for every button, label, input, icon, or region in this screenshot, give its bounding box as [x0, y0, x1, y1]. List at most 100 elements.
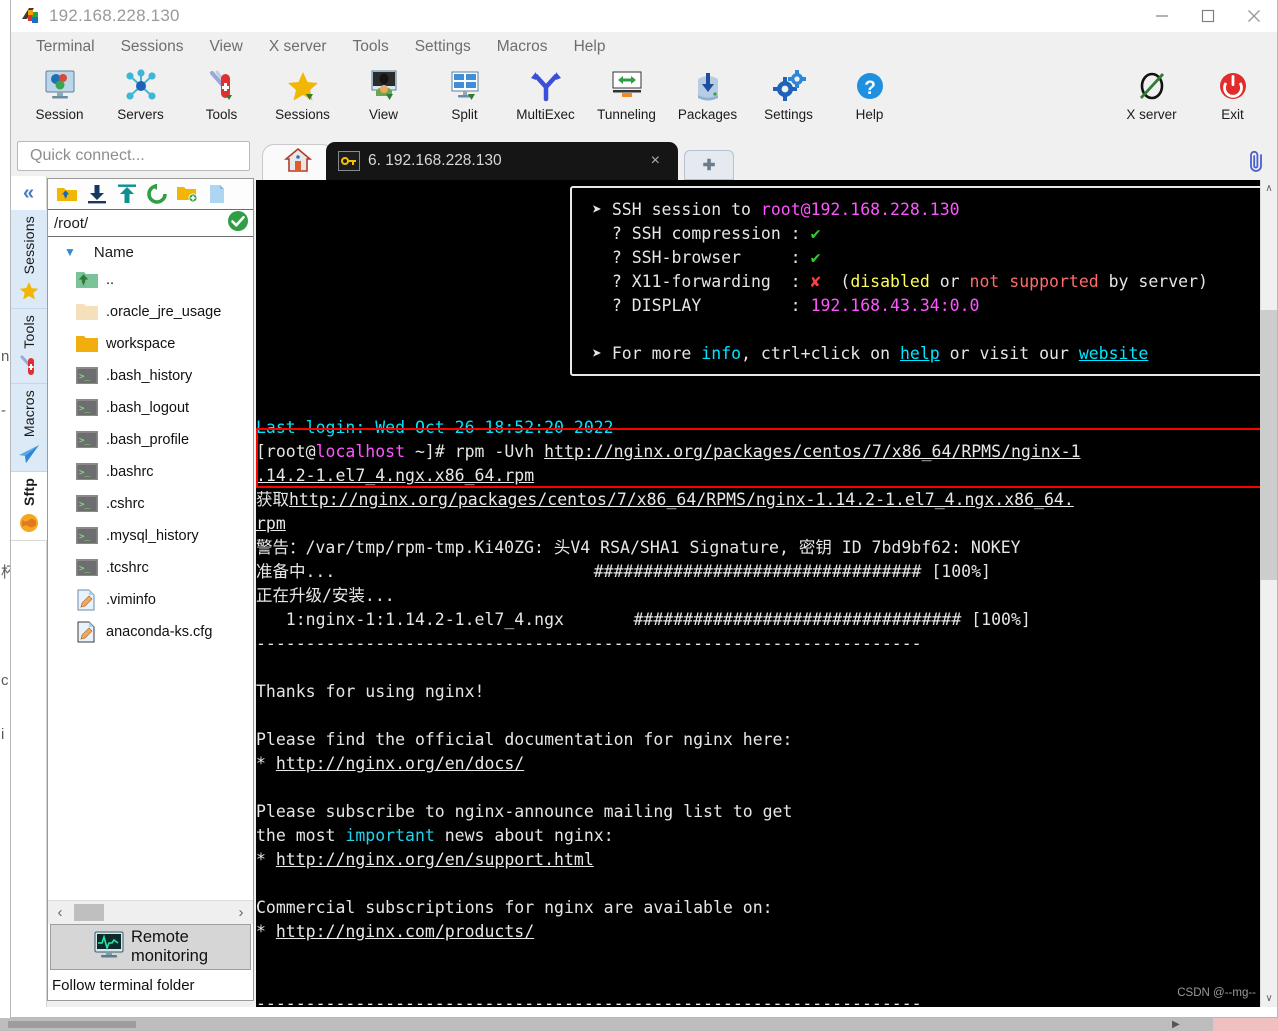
menu-help[interactable]: Help [561, 36, 619, 58]
list-item[interactable]: >_ .cshrc [48, 488, 253, 520]
taskbar-item[interactable] [8, 1021, 136, 1028]
paperclip-icon[interactable] [1243, 147, 1271, 175]
list-item[interactable]: >_ .bashrc [48, 456, 253, 488]
parent-folder-icon[interactable] [54, 182, 80, 206]
new-tab-button[interactable]: ✚ [684, 150, 734, 180]
list-item[interactable]: .oracle_jre_usage [48, 296, 253, 328]
list-item[interactable]: >_ .bash_profile [48, 424, 253, 456]
vtab-macros[interactable]: Macros [10, 384, 47, 473]
new-folder-icon[interactable] [174, 182, 200, 206]
toolbar-tools-button[interactable]: Tools [181, 62, 262, 132]
close-icon[interactable] [1231, 0, 1277, 32]
toolbar-exit-button[interactable]: Exit [1192, 62, 1273, 132]
list-item[interactable]: workspace [48, 328, 253, 360]
svg-text:>_: >_ [79, 564, 90, 574]
package-progress-line: 1:nginx-1:1.14.2-1.el7_4.ngx ###########… [256, 610, 1031, 629]
svg-text:>_: >_ [79, 468, 90, 478]
toolbar-packages-button[interactable]: Packages [667, 62, 748, 132]
sftp-horizontal-scrollbar[interactable]: ‹ › [48, 900, 253, 924]
menu-x-server[interactable]: X server [256, 36, 340, 58]
script-icon: >_ [74, 397, 100, 419]
toolbar-tunneling-button[interactable]: Tunneling [586, 62, 667, 132]
refresh-icon[interactable] [144, 182, 170, 206]
quick-connect-input[interactable]: Quick connect... [17, 141, 250, 171]
banner-ssh-browser-label: ? SSH-browser : [611, 248, 801, 267]
list-item-label: anaconda-ks.cfg [106, 624, 213, 640]
vtab-macros-label: Macros [20, 390, 37, 438]
toolbar-x-server-button[interactable]: X server [1111, 62, 1192, 132]
list-item[interactable]: >_ .tcshrc [48, 552, 253, 584]
text-file-icon [74, 589, 100, 611]
command-url-part2[interactable]: .14.2-1.el7_4.ngx.x86_64.rpm [256, 466, 534, 485]
toolbar-split-button[interactable]: Split [424, 62, 505, 132]
divider-line-1: ----------------------------------------… [256, 634, 922, 653]
list-item[interactable]: >_ .mysql_history [48, 520, 253, 552]
scroll-left-icon[interactable]: ‹ [52, 904, 68, 921]
menu-terminal[interactable]: Terminal [23, 36, 108, 58]
remote-monitoring-button[interactable]: Remote monitoring [50, 924, 251, 970]
upload-icon[interactable] [114, 182, 140, 206]
minimize-icon[interactable] [1139, 0, 1185, 32]
scroll-up-icon[interactable]: ∧ [1261, 180, 1277, 197]
vertical-tab-strip: « Sessions Tools Macros Sftp [10, 176, 47, 1007]
banner-help-link[interactable]: help [900, 344, 940, 363]
terminal-output[interactable]: ➤ SSH session to root@192.168.228.130 ? … [256, 180, 1260, 1007]
toolbar-sessions-button[interactable]: Sessions [262, 62, 343, 132]
list-item[interactable]: .. [48, 264, 253, 296]
scroll-right-icon[interactable]: › [233, 904, 249, 921]
scrollbar-track[interactable] [104, 904, 233, 921]
taskbar-arrow-icon[interactable]: ▶ [1172, 1019, 1180, 1030]
toolbar-help-button[interactable]: ? Help [829, 62, 910, 132]
main-toolbar: Session Servers Tools Sessions View Spli… [11, 62, 1277, 136]
banner-x11-tail: by server) [1098, 272, 1208, 291]
fetch-url-part1[interactable]: http://nginx.org/packages/centos/7/x86_6… [289, 490, 1074, 509]
toolbar-tunneling-label: Tunneling [597, 107, 656, 122]
menu-tools[interactable]: Tools [340, 36, 402, 58]
menu-view[interactable]: View [196, 36, 255, 58]
products-url-link[interactable]: http://nginx.com/products/ [276, 922, 534, 941]
scroll-down-icon[interactable]: ∨ [1261, 990, 1277, 1007]
list-item[interactable]: >_ .bash_history [48, 360, 253, 392]
tab-close-icon[interactable]: × [643, 152, 668, 170]
vtab-sftp[interactable]: Sftp [10, 472, 47, 542]
toolbar-settings-button[interactable]: Settings [748, 62, 829, 132]
banner-website-link[interactable]: website [1079, 344, 1149, 363]
terminal-scrollbar[interactable]: ∧ ∨ [1260, 180, 1277, 1007]
toolbar-servers-button[interactable]: Servers [100, 62, 181, 132]
sftp-column-header[interactable]: ▼ Name [48, 240, 253, 264]
scrollbar-thumb[interactable] [1260, 310, 1277, 580]
collapse-panel-button[interactable]: « [11, 176, 47, 210]
sftp-file-list[interactable]: ▼ Name .. .oracle_jre_usage workspace >_… [48, 237, 253, 900]
list-item[interactable]: .viminfo [48, 584, 253, 616]
taskbar: ▶ [0, 1018, 1278, 1031]
support-url-link[interactable]: http://nginx.org/en/support.html [276, 850, 594, 869]
command-url-part1[interactable]: http://nginx.org/packages/centos/7/x86_6… [544, 442, 1080, 461]
home-tab[interactable] [262, 144, 334, 180]
follow-terminal-folder-checkbox[interactable]: Follow terminal folder [48, 970, 253, 1000]
menu-sessions[interactable]: Sessions [108, 36, 197, 58]
toolbar-packages-label: Packages [677, 107, 738, 122]
scrollbar-thumb[interactable] [74, 904, 104, 921]
docs-url-link[interactable]: http://nginx.org/en/docs/ [276, 754, 524, 773]
new-file-icon[interactable] [204, 182, 230, 206]
vtab-tools[interactable]: Tools [10, 309, 47, 385]
svg-text:>_: >_ [79, 436, 90, 446]
maximize-icon[interactable] [1185, 0, 1231, 32]
toolbar-multiexec-button[interactable]: MultiExec [505, 62, 586, 132]
download-icon[interactable] [84, 182, 110, 206]
sftp-path-input[interactable]: /root/ [54, 215, 227, 232]
menu-macros[interactable]: Macros [484, 36, 561, 58]
vtab-sessions[interactable]: Sessions [10, 210, 47, 310]
title-bar: 192.168.228.130 [11, 0, 1277, 32]
tab-session-192-168-228-130[interactable]: 6. 192.168.228.130 × [326, 142, 678, 180]
prompt1-host: localhost [315, 442, 406, 461]
taskbar-tray[interactable] [1213, 1018, 1278, 1031]
toolbar-session-button[interactable]: Session [19, 62, 100, 132]
menu-settings[interactable]: Settings [402, 36, 484, 58]
fetch-url-part2[interactable]: rpm [256, 514, 286, 533]
list-item[interactable]: >_ .bash_logout [48, 392, 253, 424]
toolbar-view-button[interactable]: View [343, 62, 424, 132]
list-item[interactable]: anaconda-ks.cfg [48, 616, 253, 648]
banner-info-link[interactable]: info [701, 344, 741, 363]
left-lower-area: « Sessions Tools Macros Sftp /root/ ▼ Na… [10, 176, 256, 1007]
